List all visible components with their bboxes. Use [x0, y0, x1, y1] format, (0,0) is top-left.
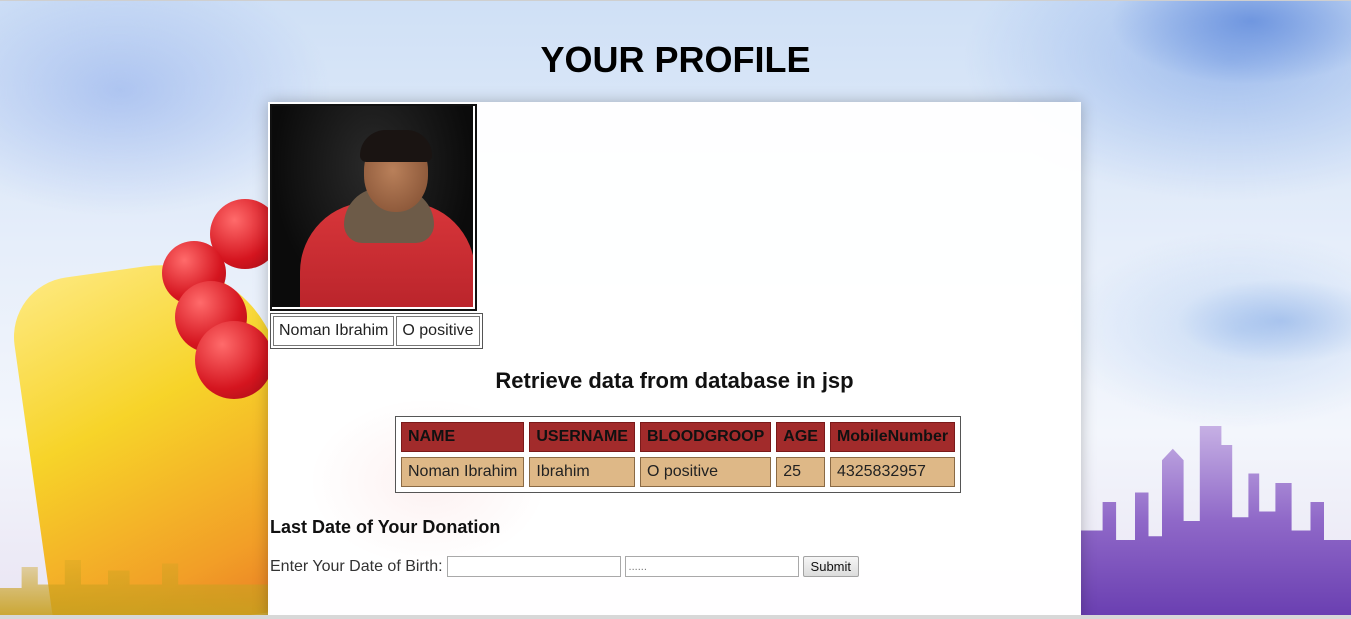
background-art-left	[0, 1, 270, 619]
bottom-border	[0, 615, 1351, 619]
dob-input[interactable]	[446, 556, 621, 577]
table-row: Noman Ibrahim O positive	[273, 316, 480, 346]
records-heading: Retrieve data from database in jsp	[495, 368, 854, 393]
column-header-age: AGE	[776, 422, 825, 452]
column-header-mobile: MobileNumber	[829, 422, 956, 452]
cell-bloodgroup: O positive	[639, 457, 772, 487]
profile-photo	[272, 106, 473, 307]
background-art-right	[1081, 1, 1351, 619]
dob-form: Enter Your Date of Birth: Submit	[270, 556, 860, 577]
records-table: NAME USERNAME BLOODGROOP AGE MobileNumbe…	[395, 416, 962, 493]
column-header-bloodgroup: BLOODGROOP	[639, 422, 772, 452]
table-header-row: NAME USERNAME BLOODGROOP AGE MobileNumbe…	[401, 422, 956, 452]
donation-heading: Last Date of Your Donation	[270, 517, 501, 537]
donation-date-input[interactable]	[624, 556, 799, 577]
profile-photo-frame	[270, 104, 477, 311]
cell-age: 25	[776, 457, 825, 487]
page-title: YOUR PROFILE	[540, 39, 811, 80]
cell-username: Ibrahim	[529, 457, 635, 487]
submit-button[interactable]: Submit	[802, 556, 860, 577]
column-header-name: NAME	[401, 422, 525, 452]
column-header-username: USERNAME	[529, 422, 635, 452]
heart-balloon-icon	[195, 321, 270, 399]
cell-mobile: 4325832957	[829, 457, 956, 487]
profile-card: Noman Ibrahim O positive Retrieve data f…	[268, 102, 1081, 619]
profile-name: Noman Ibrahim	[273, 316, 395, 346]
profile-blood-group: O positive	[396, 316, 480, 346]
cell-name: Noman Ibrahim	[401, 457, 525, 487]
profile-summary-table: Noman Ibrahim O positive	[270, 313, 483, 349]
dob-label: Enter Your Date of Birth:	[270, 557, 443, 575]
table-row: Noman Ibrahim Ibrahim O positive 25 4325…	[401, 457, 956, 487]
